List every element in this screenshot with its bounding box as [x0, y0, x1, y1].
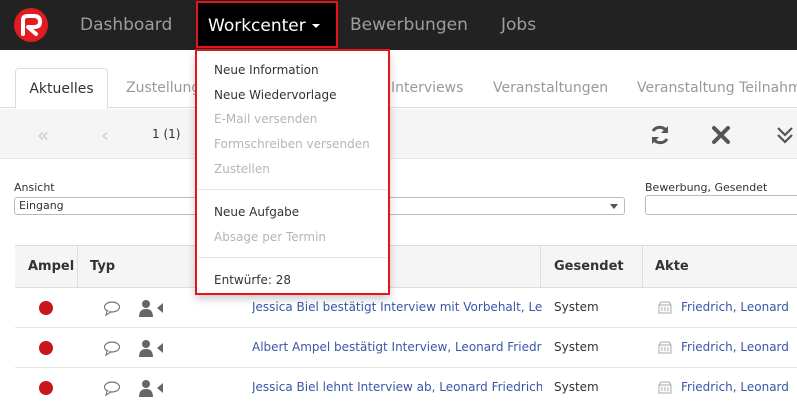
- tab-interviews[interactable]: Interviews: [391, 68, 463, 108]
- person-icon: [139, 300, 163, 317]
- sender: System: [554, 340, 599, 354]
- menu-neue-aufgabe[interactable]: Neue Aufgabe: [214, 205, 299, 219]
- first-page-icon[interactable]: «: [37, 125, 49, 145]
- bewerbung-gesendet-label: Bewerbung, Gesendet: [645, 181, 768, 194]
- table-row[interactable]: Jessica Biel lehnt Interview ab, Leonard…: [15, 368, 797, 407]
- akte-link[interactable]: Friedrich, Leonard: [681, 288, 789, 327]
- akte-link[interactable]: Friedrich, Leonard: [681, 328, 789, 367]
- tab-bar: Aktuelles Zustellung Interviews Veransta…: [0, 50, 797, 109]
- person-icon: [139, 380, 163, 397]
- chat-icon: [103, 381, 121, 396]
- folder-icon: [658, 301, 672, 314]
- ansicht-label: Ansicht: [14, 181, 55, 194]
- dropdown-arrow-icon: [610, 204, 618, 209]
- sender: System: [554, 380, 599, 394]
- menu-neue-wiedervorlage[interactable]: Neue Wiedervorlage: [214, 88, 336, 102]
- menu-email-versenden: E-Mail versenden: [214, 112, 318, 126]
- toolbar: « ‹ 1 (1): [0, 109, 797, 159]
- col-gesendet[interactable]: Gesendet: [554, 246, 624, 287]
- column-divider: [540, 246, 541, 287]
- table-row[interactable]: Jessica Biel bestätigt Interview mit Vor…: [15, 288, 797, 328]
- chat-icon: [103, 301, 121, 316]
- status-dot: [39, 301, 53, 315]
- tab-zustellung[interactable]: Zustellung: [126, 68, 200, 108]
- chat-icon: [103, 341, 121, 356]
- status-dot: [39, 341, 53, 355]
- caret-down-icon: [311, 24, 320, 28]
- top-navbar: Dashboard Workcenter Bewerbungen Jobs: [0, 0, 797, 50]
- message-subject-link[interactable]: Jessica Biel lehnt Interview ab, Leonard…: [252, 368, 542, 407]
- message-subject-link[interactable]: Albert Ampel bestätigt Interview, Leonar…: [252, 328, 542, 367]
- col-typ[interactable]: Typ: [90, 246, 115, 287]
- menu-neue-information[interactable]: Neue Information: [214, 63, 319, 77]
- close-icon[interactable]: [711, 124, 731, 146]
- status-dot: [39, 381, 53, 395]
- page-indicator: 1 (1): [152, 127, 181, 141]
- prev-page-icon[interactable]: ‹: [101, 125, 109, 145]
- nav-dashboard[interactable]: Dashboard: [80, 0, 172, 50]
- refresh-icon[interactable]: [648, 123, 672, 147]
- menu-absage-per-termin: Absage per Termin: [214, 230, 327, 244]
- bewerbung-gesendet-input[interactable]: [645, 195, 797, 215]
- menu-zustellen: Zustellen: [214, 162, 270, 176]
- chevrons-down-icon[interactable]: [775, 125, 795, 145]
- workcenter-dropdown-menu: Neue Information Neue Wiedervorlage E-Ma…: [195, 49, 390, 295]
- menu-divider: [198, 189, 387, 190]
- ansicht-value: Eingang: [19, 199, 64, 212]
- person-icon: [139, 340, 163, 357]
- menu-entwuerfe[interactable]: Entwürfe: 28: [214, 273, 291, 287]
- menu-divider: [198, 257, 387, 258]
- col-ampel[interactable]: Ampel: [28, 246, 74, 287]
- sender: System: [554, 300, 599, 314]
- table-header: Ampel Typ Gesendet Akte: [15, 245, 797, 288]
- nav-workcenter[interactable]: Workcenter: [196, 1, 338, 48]
- tab-aktuelles[interactable]: Aktuelles: [15, 68, 108, 109]
- logo-icon[interactable]: [14, 8, 48, 42]
- folder-icon: [658, 381, 672, 394]
- column-divider: [642, 246, 643, 287]
- tab-veranstaltungen[interactable]: Veranstaltungen: [493, 68, 608, 108]
- tab-veranstaltung-teilnahme[interactable]: Veranstaltung Teilnahm: [637, 68, 797, 108]
- nav-bewerbungen[interactable]: Bewerbungen: [350, 0, 468, 50]
- column-divider: [77, 246, 78, 287]
- table-row[interactable]: Albert Ampel bestätigt Interview, Leonar…: [15, 328, 797, 368]
- menu-formschreiben-versenden: Formschreiben versenden: [214, 137, 370, 151]
- col-akte[interactable]: Akte: [655, 246, 689, 287]
- folder-icon: [658, 341, 672, 354]
- akte-link[interactable]: Friedrich, Leonard: [681, 368, 789, 407]
- nav-workcenter-label: Workcenter: [208, 16, 306, 36]
- nav-jobs[interactable]: Jobs: [501, 0, 536, 50]
